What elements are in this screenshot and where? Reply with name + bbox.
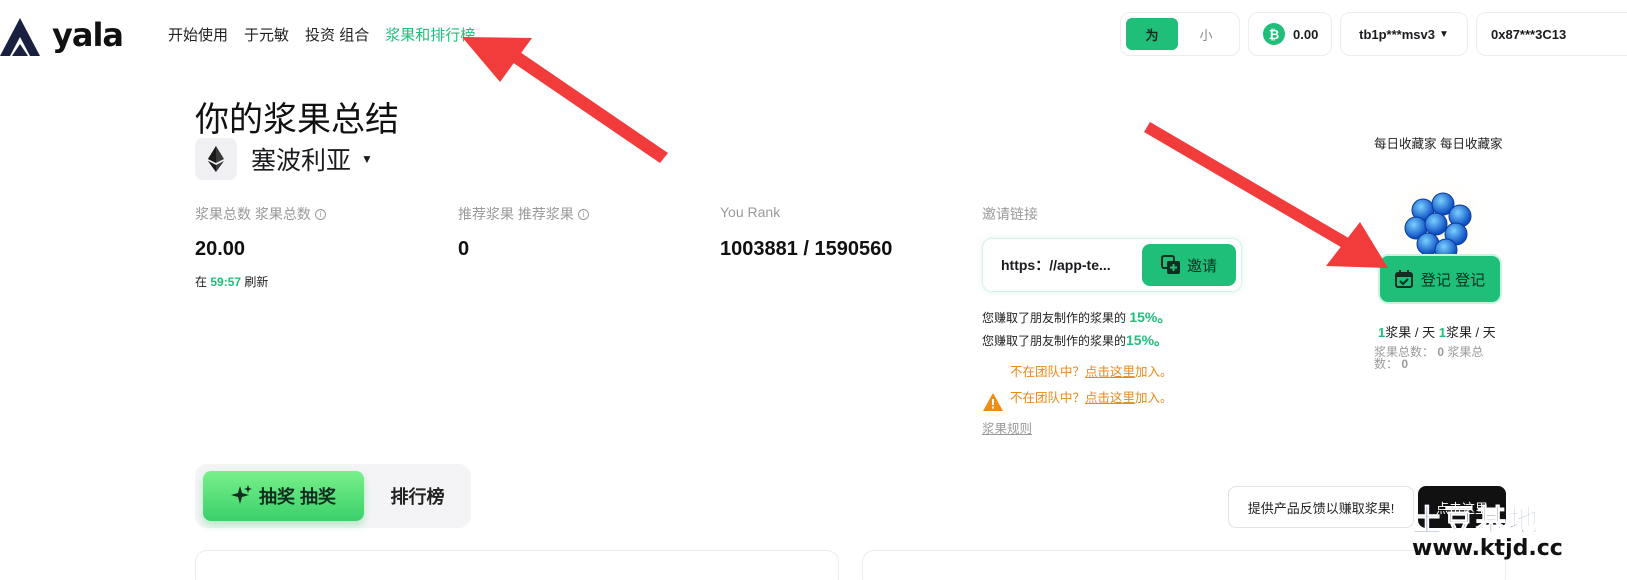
nav-portfolio[interactable]: 投资 组合 (305, 24, 369, 45)
earn-text: 您赚取了朋友制作的浆果的15%。 (982, 330, 1168, 350)
section-tabs: 抽奖 抽奖 排行榜 (195, 464, 471, 528)
watermark-top: 土豆基地 (1412, 504, 1540, 540)
tab-leaderboard[interactable]: 排行榜 (364, 483, 471, 509)
checkin-button-label: 登记 登记 (1420, 271, 1486, 289)
team-prompt-suffix: 加入。 (1135, 391, 1173, 405)
btc-balance-pill[interactable]: ₿ 0.00 (1248, 12, 1332, 56)
referral-berries-label-text: 推荐浆果 推荐浆果 (458, 206, 574, 222)
brand-name: yala (52, 16, 124, 54)
refresh-countdown: 在 59:57 刷新 (195, 273, 268, 290)
team-join-link[interactable]: 点击这里 (1085, 391, 1135, 405)
team-join-link[interactable]: 点击这里 (1085, 365, 1135, 379)
earn-text: 您赚取了朋友制作的浆果的 15%。 (982, 307, 1171, 327)
toggle-option-off[interactable]: 小 (1178, 25, 1234, 44)
berry-rules-link[interactable]: 浆果规则 (982, 418, 1032, 437)
invite-button[interactable]: 邀请 (1142, 244, 1236, 286)
checkin-button[interactable]: 登记 登记 (1378, 254, 1502, 304)
annotation-arrow-icon (462, 37, 668, 163)
warning-icon (983, 393, 1003, 411)
earn-text-body: 您赚取了朋友制作的浆果的 (982, 311, 1127, 325)
tab-lottery[interactable]: 抽奖 抽奖 (203, 471, 364, 521)
daily-total-value: 0 (1401, 357, 1409, 371)
invite-link-box: https：//app-te... 邀请 (982, 238, 1242, 292)
copy-plus-icon (1160, 255, 1180, 274)
info-icon[interactable]: i (577, 208, 589, 220)
daily-total-value: 0 (1437, 345, 1445, 359)
eth-wallet-button[interactable]: 0x87***3C13 (1476, 12, 1627, 56)
chain-selector[interactable]: 塞波利亚 ▼ (195, 138, 373, 180)
invite-label-text: 邀请链接 (982, 206, 1038, 222)
team-prompt-text: 不在团队中？ (1010, 391, 1086, 405)
earn-text-body: 您赚取了朋友制作的浆果的 (982, 334, 1127, 348)
total-berries-label: 浆果总数 浆果总数 i (195, 204, 326, 224)
nav-profile[interactable]: 于元敏 (244, 24, 289, 45)
total-berries-label-text: 浆果总数 浆果总数 (195, 206, 311, 222)
main-nav: 开始使用 于元敏 投资 组合 浆果和排行榜 (168, 24, 475, 45)
rank-value: 1003881 / 1590560 (720, 238, 893, 260)
refresh-suffix: 刷新 (244, 275, 269, 289)
rank-label: You Rank (720, 204, 780, 220)
eth-wallet-address: 0x87***3C13 (1491, 26, 1567, 42)
refresh-time: 59:57 (210, 275, 242, 289)
yala-logo[interactable]: yala (0, 12, 124, 58)
earn-percent: 15%。 (1129, 309, 1172, 325)
team-prompt-suffix: 加入。 (1135, 365, 1173, 379)
calendar-check-icon (1394, 270, 1413, 288)
ethereum-icon (195, 138, 237, 180)
daily-rate-text: 浆果 / 天 (1445, 325, 1496, 340)
caret-down-icon: ▼ (1438, 28, 1449, 40)
mode-toggle[interactable]: 为 小 (1120, 12, 1240, 56)
chain-name: 塞波利亚 (251, 147, 352, 175)
btc-wallet-button[interactable]: tb1p***msv3 ▼ (1340, 12, 1468, 56)
nav-get-started[interactable]: 开始使用 (168, 24, 228, 45)
team-prompt: 不在团队中？点击这里加入。 (1010, 361, 1173, 380)
referral-berries-value: 0 (458, 238, 470, 260)
earn-percent: 15%。 (1126, 332, 1169, 348)
invite-url[interactable]: https：//app-te... (983, 255, 1142, 275)
btc-balance: 0.00 (1293, 26, 1319, 42)
watermark-bottom: www.ktjd.cc (1412, 536, 1563, 561)
daily-rate: 1浆果 / 天 1浆果 / 天 (1378, 322, 1496, 341)
daily-total: 浆果总数： 0 浆果总数： 0 (1374, 346, 1506, 370)
invite-button-label: 邀请 (1186, 257, 1217, 275)
total-berries-value: 20.00 (195, 238, 246, 260)
bitcoin-icon: ₿ (1263, 23, 1285, 45)
tab-lottery-label: 抽奖 抽奖 (258, 487, 336, 507)
refresh-prefix: 在 (195, 275, 208, 289)
team-prompt: 不在团队中？点击这里加入。 (1010, 387, 1173, 406)
team-prompt-text: 不在团队中？ (1010, 365, 1086, 379)
site-watermark: 土豆基地 www.ktjd.cc (1412, 496, 1563, 562)
info-icon[interactable]: i (314, 208, 326, 220)
invite-label: 邀请链接 (982, 204, 1038, 224)
sparkle-icon (230, 485, 252, 504)
daily-rate-number: 1 (1438, 325, 1446, 340)
caret-down-icon: ▼ (361, 152, 373, 166)
feedback-button[interactable]: 提供产品反馈以赚取浆果! (1228, 486, 1414, 528)
toggle-option-on[interactable]: 为 (1126, 18, 1178, 50)
referral-berries-label: 推荐浆果 推荐浆果 i (458, 204, 589, 224)
content-card-left (195, 550, 839, 580)
page-title: 你的浆果总结 (195, 101, 399, 139)
rank-label-text: You Rank (720, 204, 781, 220)
yala-mountain-icon (0, 18, 40, 56)
btc-wallet-address: tb1p***msv3 (1359, 26, 1435, 42)
daily-collector-title: 每日收藏家 每日收藏家 (1374, 137, 1503, 151)
content-card-right (862, 550, 1506, 580)
nav-berries-leaderboard[interactable]: 浆果和排行榜 (385, 24, 475, 45)
daily-rate-text: 浆果 / 天 (1385, 325, 1436, 340)
